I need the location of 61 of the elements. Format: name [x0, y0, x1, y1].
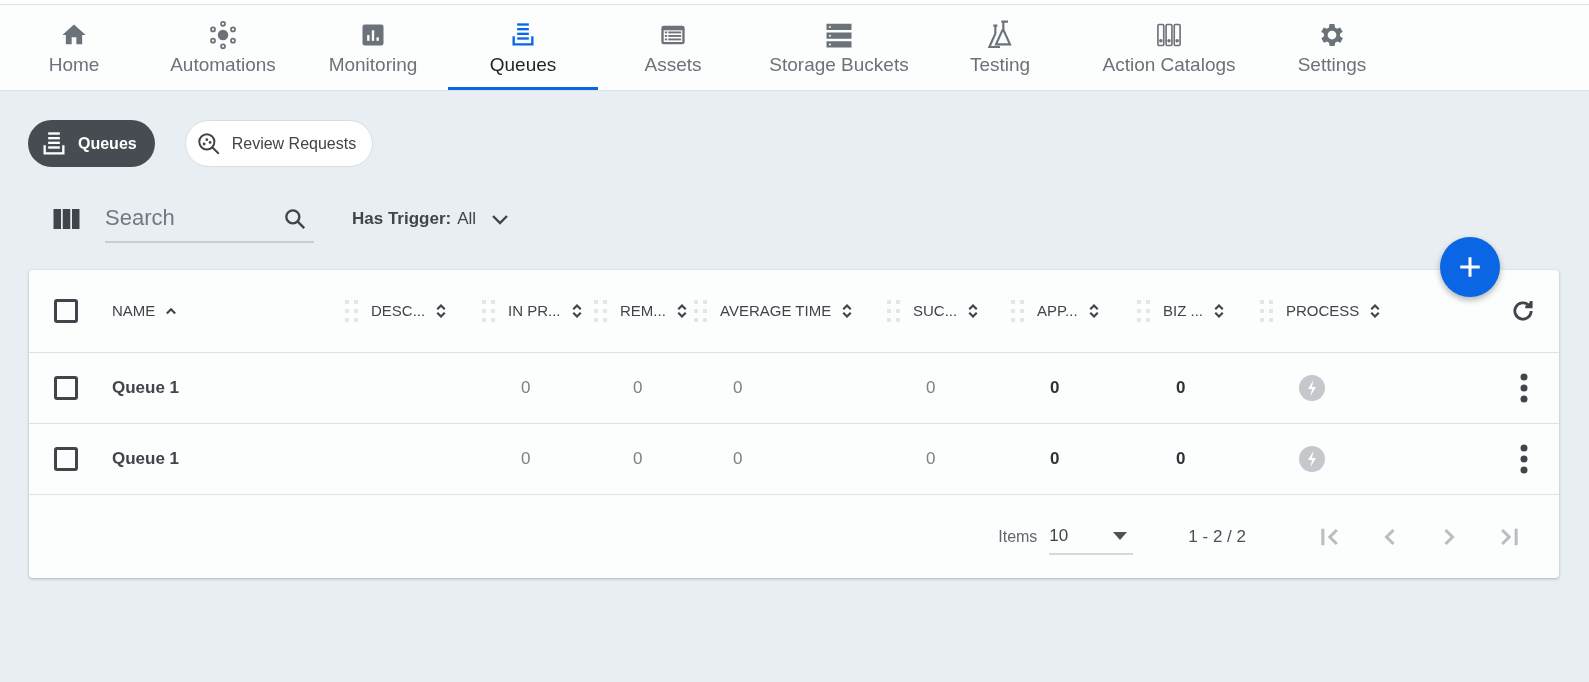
checkbox[interactable]: [54, 447, 78, 471]
nav-tab[interactable]: Testing: [930, 5, 1070, 90]
drag-handle-icon[interactable]: [345, 300, 359, 322]
checkbox[interactable]: [54, 299, 78, 323]
search-field[interactable]: Search: [105, 195, 314, 243]
lightning-icon: [1299, 446, 1325, 472]
table-cell: 0: [733, 449, 743, 469]
drag-handle-icon[interactable]: [1011, 300, 1025, 322]
table-cell: 0: [1176, 449, 1186, 469]
table-cell: 0: [733, 378, 743, 398]
more-options-icon[interactable]: [1520, 444, 1528, 474]
column-header[interactable]: REM...: [620, 299, 692, 323]
add-button[interactable]: [1440, 237, 1500, 297]
trigger-filter-dropdown[interactable]: Has Trigger: All: [352, 206, 513, 232]
page-range: 1 - 2 / 2: [1188, 525, 1246, 548]
nav-tab[interactable]: Automations: [148, 5, 298, 90]
more-options-icon[interactable]: [1520, 373, 1528, 403]
column-header[interactable]: SUC...: [913, 299, 984, 323]
column-header[interactable]: NAME: [112, 299, 182, 323]
column-header[interactable]: AVERAGE TIME: [720, 299, 858, 323]
nav-tab[interactable]: Assets: [598, 5, 748, 90]
column-header[interactable]: APP...: [1037, 299, 1104, 323]
drag-handle-icon[interactable]: [482, 300, 496, 322]
search-icon: [282, 206, 308, 232]
items-label: Items: [998, 526, 1038, 547]
drag-handle-icon[interactable]: [1137, 300, 1151, 322]
table-cell: 0: [633, 378, 643, 398]
table-cell: 0: [633, 449, 643, 469]
table-cell: 0: [521, 378, 531, 398]
nav-tab[interactable]: Queues: [448, 5, 598, 90]
drag-handle-icon[interactable]: [1260, 300, 1274, 322]
magnifier-icon: [195, 130, 222, 157]
chip-tab[interactable]: Queues: [28, 120, 155, 167]
table-cell: 0: [1176, 378, 1186, 398]
column-header[interactable]: BIZ ...: [1163, 299, 1229, 323]
page-size-dropdown[interactable]: 10: [1049, 518, 1134, 555]
table-cell: Queue 1: [112, 449, 180, 469]
table-cell: 0: [521, 449, 531, 469]
nav-tab[interactable]: Settings: [1268, 5, 1396, 90]
nav-tab[interactable]: Monitoring: [298, 5, 448, 90]
nav-tab[interactable]: Storage Buckets: [748, 5, 930, 90]
table-cell: 0: [1050, 449, 1060, 469]
gear-network-icon: [208, 18, 238, 51]
table-cell: 0: [926, 378, 936, 398]
lightning-icon: [1299, 375, 1325, 401]
column-header[interactable]: IN PR...: [508, 299, 587, 323]
drag-handle-icon[interactable]: [887, 300, 901, 322]
column-header[interactable]: DESC...: [371, 299, 452, 323]
drag-handle-icon[interactable]: [594, 300, 608, 322]
chip-tab[interactable]: Review Requests: [184, 120, 374, 167]
checkbox[interactable]: [54, 376, 78, 400]
plus-icon: [1457, 254, 1483, 280]
table-cell: 0: [926, 449, 936, 469]
caret-down-icon: [1113, 531, 1128, 540]
column-header[interactable]: PROCESS: [1286, 299, 1386, 323]
nav-tab[interactable]: Home: [0, 5, 148, 90]
columns-icon[interactable]: [53, 209, 80, 229]
table-cell: Queue 1: [112, 378, 180, 398]
nav-tab[interactable]: Action Catalogs: [1070, 5, 1268, 90]
drag-handle-icon[interactable]: [694, 300, 708, 322]
table-cell: 0: [1050, 378, 1060, 398]
